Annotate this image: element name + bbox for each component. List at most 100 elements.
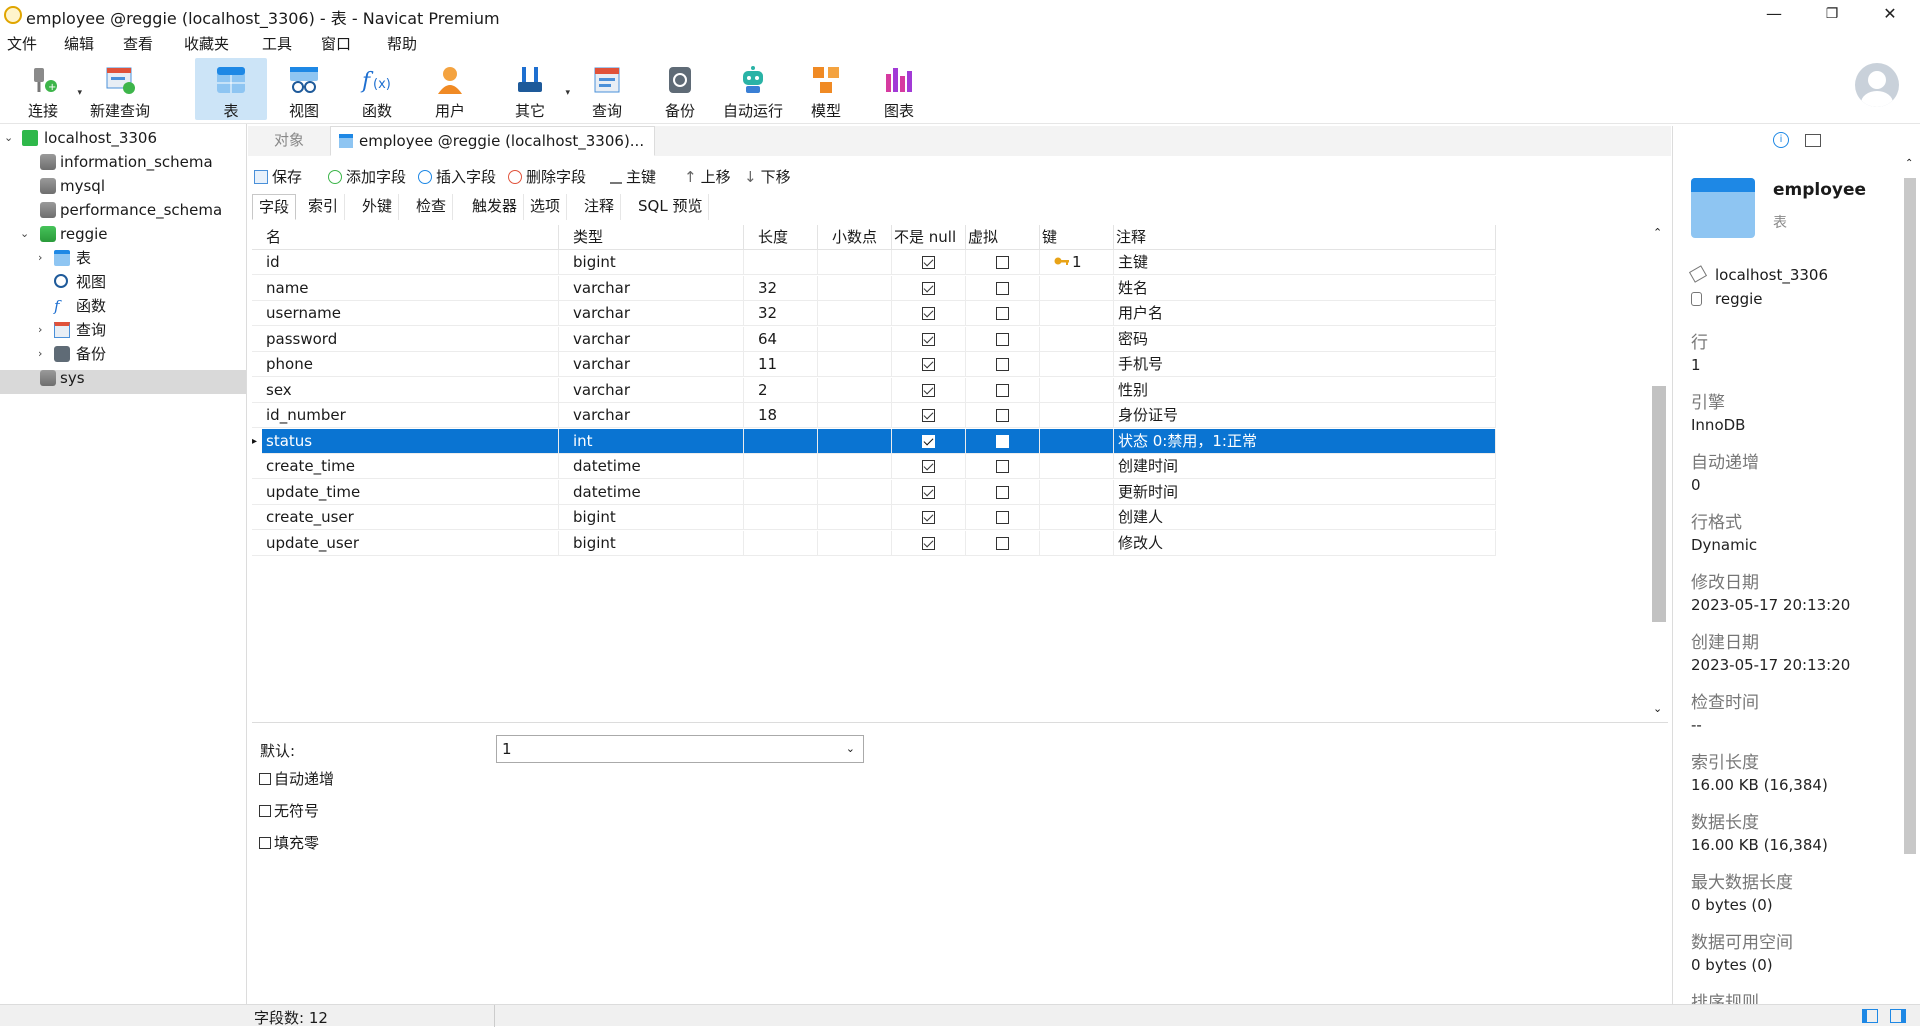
cell-name[interactable]: phone — [252, 352, 559, 377]
cell-key[interactable] — [1040, 326, 1114, 352]
table-row[interactable]: create_time datetime 创建时间 — [252, 454, 1496, 479]
cell-key[interactable] — [1040, 428, 1114, 454]
cell-comment[interactable]: 状态 0:禁用，1:正常 — [1114, 428, 1496, 454]
menu-file[interactable]: 文件 — [7, 33, 37, 54]
move-down-button[interactable]: ↓ 下移 — [744, 166, 791, 187]
chevron-right-icon[interactable]: › — [38, 318, 42, 342]
table-row[interactable]: password varchar 64 密码 — [252, 326, 1496, 352]
cell-decimals[interactable] — [818, 428, 892, 454]
cell-key[interactable] — [1040, 301, 1114, 326]
column-header-name[interactable]: 名 — [252, 225, 559, 250]
primary-key-button[interactable]: 主键 — [610, 166, 656, 187]
table-row[interactable]: id_number varchar 18 身份证号 — [252, 403, 1496, 428]
checkbox[interactable] — [922, 409, 935, 422]
checkbox-box[interactable] — [259, 805, 271, 817]
ddl-icon[interactable] — [1805, 134, 1821, 147]
menu-tools[interactable]: 工具 — [262, 33, 292, 54]
backup-button[interactable]: 备份 — [650, 58, 710, 120]
views-button[interactable]: 视图 — [274, 58, 334, 120]
table-row[interactable]: update_user bigint 修改人 — [252, 530, 1496, 556]
cell-length[interactable]: 64 — [744, 326, 818, 352]
zerofill-checkbox[interactable]: 填充零 — [259, 832, 319, 853]
cell-type[interactable]: varchar — [559, 352, 744, 377]
tab-objects[interactable]: 对象 — [264, 126, 314, 156]
cell-name[interactable]: status — [252, 428, 559, 454]
cell-type[interactable]: varchar — [559, 403, 744, 428]
connect-dropdown-icon[interactable]: ▾ — [77, 88, 82, 98]
cell-length[interactable]: 18 — [744, 403, 818, 428]
cell-name[interactable]: update_user — [252, 530, 559, 556]
table-row[interactable]: phone varchar 11 手机号 — [252, 352, 1496, 377]
cell-name[interactable]: username — [252, 301, 559, 326]
cell-comment[interactable]: 创建时间 — [1114, 454, 1496, 479]
tables-button[interactable]: 表 — [195, 58, 267, 120]
info-panel-scrollbar[interactable]: ⌃ — [1902, 158, 1918, 1000]
move-up-button[interactable]: ↑ 上移 — [684, 166, 731, 187]
minimize-button[interactable]: — — [1746, 0, 1802, 30]
cell-decimals[interactable] — [818, 530, 892, 556]
cell-length[interactable]: 11 — [744, 352, 818, 377]
cell-key[interactable] — [1040, 377, 1114, 403]
chevron-down-icon[interactable]: ⌄ — [846, 736, 855, 762]
subtab-indexes[interactable]: 索引 — [302, 194, 346, 220]
cell-type[interactable]: varchar — [559, 275, 744, 301]
column-header-length[interactable]: 长度 — [744, 225, 818, 250]
tab-employee-design[interactable]: employee @reggie (localhost_3306)... — [330, 126, 656, 156]
cell-key[interactable] — [1040, 275, 1114, 301]
cell-type[interactable]: varchar — [559, 326, 744, 352]
cell-comment[interactable]: 用户名 — [1114, 301, 1496, 326]
cell-length[interactable] — [744, 479, 818, 505]
cell-comment[interactable]: 修改人 — [1114, 530, 1496, 556]
column-header-not-null[interactable]: 不是 null — [892, 225, 966, 250]
new-query-button[interactable]: 新建查询 — [88, 58, 152, 120]
checkbox[interactable] — [996, 434, 1009, 448]
cell-decimals[interactable] — [818, 352, 892, 377]
cell-key[interactable] — [1040, 403, 1114, 428]
cell-length[interactable]: 32 — [744, 275, 818, 301]
cell-comment[interactable]: 身份证号 — [1114, 403, 1496, 428]
cell-decimals[interactable] — [818, 479, 892, 505]
cell-key[interactable] — [1040, 454, 1114, 479]
close-button[interactable]: ✕ — [1862, 0, 1918, 30]
add-field-button[interactable]: 添加字段 — [328, 166, 406, 187]
column-header-key[interactable]: 键 — [1040, 225, 1114, 250]
checkbox[interactable] — [922, 307, 935, 320]
checkbox[interactable] — [922, 485, 935, 499]
checkbox[interactable] — [922, 536, 935, 550]
cell-type[interactable]: bigint — [559, 530, 744, 556]
subtab-options[interactable]: 选项 — [524, 194, 568, 220]
checkbox-box[interactable] — [259, 773, 271, 785]
cell-type[interactable]: int — [559, 428, 744, 454]
subtab-checks[interactable]: 检查 — [410, 194, 454, 220]
chevron-down-icon[interactable]: ⌄ — [20, 222, 29, 246]
checkbox[interactable] — [996, 511, 1009, 524]
menu-edit[interactable]: 编辑 — [64, 33, 94, 54]
cell-length[interactable] — [744, 428, 818, 454]
column-header-virtual[interactable]: 虚拟 — [966, 225, 1040, 250]
checkbox[interactable] — [996, 332, 1009, 346]
cell-length[interactable] — [744, 505, 818, 530]
cell-length[interactable] — [744, 454, 818, 479]
cell-type[interactable]: varchar — [559, 301, 744, 326]
cell-name[interactable]: create_time — [252, 454, 559, 479]
model-button[interactable]: 模型 — [796, 58, 856, 120]
checkbox[interactable] — [996, 281, 1009, 295]
menu-favorites[interactable]: 收藏夹 — [184, 33, 229, 54]
default-value-select[interactable]: 1 ⌄ — [496, 735, 864, 763]
cell-decimals[interactable] — [818, 403, 892, 428]
cell-name[interactable]: id — [252, 250, 559, 275]
cell-comment[interactable]: 更新时间 — [1114, 479, 1496, 505]
subtab-sql-preview[interactable]: SQL 预览 — [632, 194, 710, 220]
menu-window[interactable]: 窗口 — [321, 33, 351, 54]
menu-view[interactable]: 查看 — [123, 33, 153, 54]
table-row[interactable]: create_user bigint 创建人 — [252, 505, 1496, 530]
cell-type[interactable]: varchar — [559, 377, 744, 403]
automation-button[interactable]: 自动运行 — [720, 58, 786, 120]
checkbox[interactable] — [996, 536, 1009, 550]
checkbox[interactable] — [922, 281, 935, 295]
checkbox[interactable] — [996, 256, 1009, 269]
cell-comment[interactable]: 性别 — [1114, 377, 1496, 403]
cell-key[interactable] — [1040, 352, 1114, 377]
chevron-right-icon[interactable]: › — [38, 342, 42, 366]
cell-type[interactable]: datetime — [559, 479, 744, 505]
